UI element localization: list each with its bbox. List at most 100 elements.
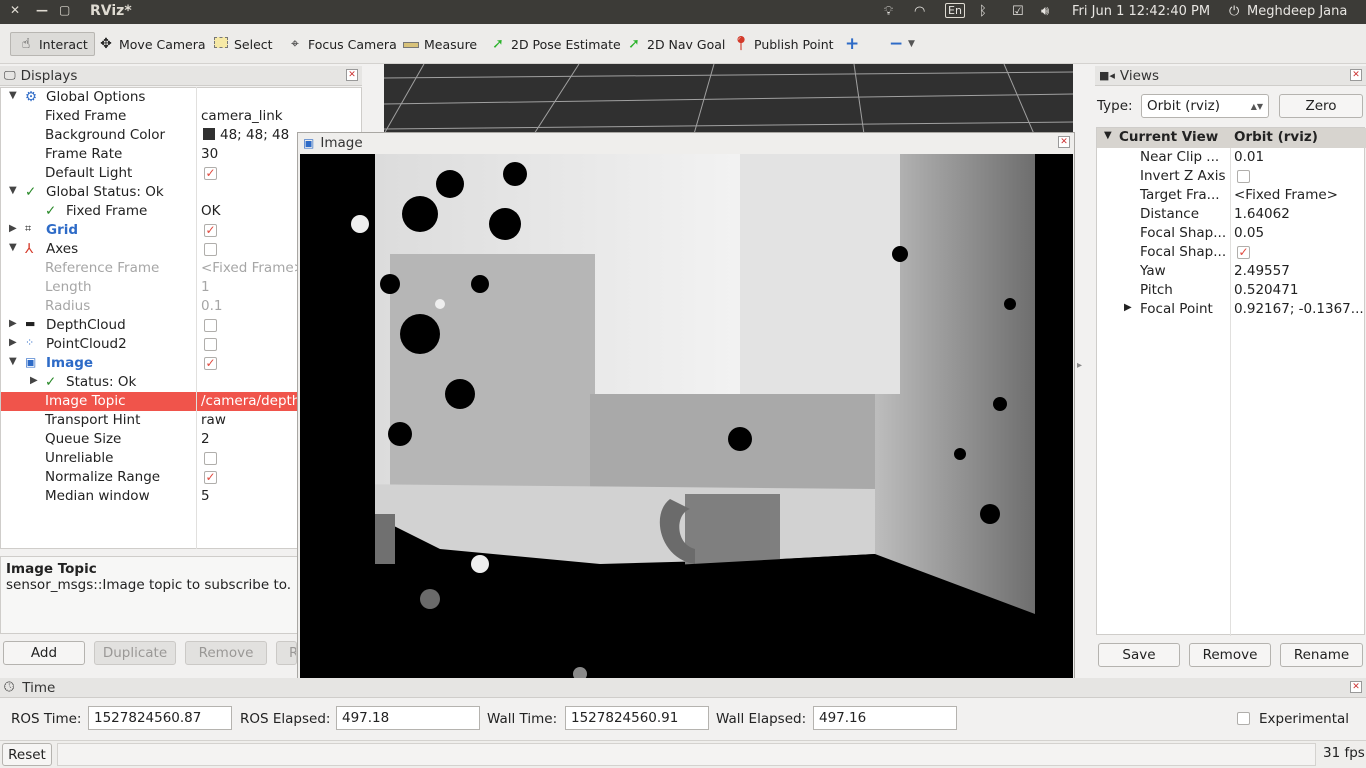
tool-interact[interactable]: ☝ Interact [10, 32, 95, 56]
collapse-right-icon[interactable]: ▸ [1077, 360, 1082, 371]
view-type-select[interactable]: Orbit (rviz) ▲▼ [1141, 94, 1269, 118]
pose-arrow-icon: ➚ [492, 36, 504, 52]
tree-row-yaw[interactable]: Yaw 2.49557 [1097, 262, 1366, 281]
check-icon: ✓ [45, 203, 57, 219]
expand-arrow-icon[interactable]: ▶ [1124, 302, 1132, 313]
duplicate-button[interactable]: Duplicate [94, 641, 176, 665]
tree-row-near-clip[interactable]: Near Clip ... 0.01 [1097, 148, 1366, 167]
session-icon[interactable]: ⏻ [1229, 4, 1239, 19]
grid-enable-checkbox[interactable]: ✓ [204, 224, 217, 237]
close-icon[interactable]: ✕ [1350, 681, 1362, 693]
tree-row-focal-point[interactable]: ▶ Focal Point 0.92167; -0.1367... [1097, 300, 1366, 319]
lightbulb-icon[interactable]: 💡︎ [884, 4, 893, 19]
time-title: Time [22, 679, 56, 696]
focal-shape-checkbox[interactable]: ✓ [1237, 246, 1250, 259]
expand-arrow-icon[interactable]: ▼ [9, 242, 17, 253]
default-light-checkbox[interactable]: ✓ [204, 167, 217, 180]
minus-icon[interactable]: − [889, 32, 903, 56]
rename-view-button[interactable]: Rename [1280, 643, 1363, 667]
tool-focus-camera[interactable]: ⌖ Focus Camera [286, 32, 397, 56]
invert-z-checkbox[interactable] [1237, 170, 1250, 183]
tree-row-invert-z[interactable]: Invert Z Axis [1097, 167, 1366, 186]
image-icon: ▣ [303, 136, 315, 150]
minimize-window-icon[interactable]: — [36, 3, 48, 17]
add-button[interactable]: Add [3, 641, 85, 665]
expand-arrow-icon[interactable]: ▼ [9, 185, 17, 196]
check-icon: ✓ [45, 374, 57, 390]
volume-icon[interactable]: 🔊︎ [1041, 4, 1049, 19]
close-icon[interactable]: ✕ [1058, 136, 1070, 148]
keyboard-layout-indicator[interactable]: En [945, 3, 965, 18]
user-name[interactable]: Meghdeep Jana [1247, 4, 1347, 19]
window-title: RViz* [90, 3, 132, 19]
tree-row-focal-shape-fixed[interactable]: Focal Shap... ✓ [1097, 243, 1366, 262]
expand-arrow-icon[interactable]: ▶ [9, 318, 17, 329]
wifi-icon[interactable]: ◠ [914, 4, 925, 19]
expand-arrow-icon[interactable]: ▶ [9, 337, 17, 348]
tree-row-global-options[interactable]: ▼ ⚙ Global Options [1, 88, 361, 107]
reset-button[interactable]: Reset [2, 743, 52, 766]
expand-arrow-icon[interactable]: ▼ [9, 90, 17, 101]
column-divider[interactable] [196, 87, 197, 549]
tool-measure[interactable]: Measure [402, 32, 477, 56]
tasks-icon[interactable]: ☑ [1012, 4, 1024, 19]
image-enable-checkbox[interactable]: ✓ [204, 357, 217, 370]
tool-2d-nav-goal[interactable]: ➚ 2D Nav Goal [625, 32, 725, 56]
close-icon[interactable]: ✕ [1350, 69, 1362, 81]
tool-select[interactable]: Select [212, 32, 273, 56]
plus-icon[interactable]: + [845, 32, 859, 56]
zero-button[interactable]: Zero [1279, 94, 1363, 118]
gear-icon: ⚙ [25, 89, 38, 105]
3d-viewport[interactable] [384, 64, 1073, 134]
ros-time-field[interactable]: 1527824560.87 [88, 706, 232, 730]
depthcloud-enable-checkbox[interactable] [204, 319, 217, 332]
wall-elapsed-field[interactable]: 497.16 [813, 706, 957, 730]
expand-arrow-icon[interactable]: ▼ [1104, 130, 1112, 141]
experimental-label: Experimental [1259, 711, 1350, 727]
expand-arrow-icon[interactable]: ▼ [9, 356, 17, 367]
image-window: ▣ Image ✕ [297, 132, 1075, 689]
displays-header: 🖵 Displays ✕ [0, 66, 362, 86]
rename-display-button[interactable]: R [276, 641, 297, 665]
clock[interactable]: Fri Jun 1 12:42:40 PM [1072, 4, 1210, 19]
tree-row-distance[interactable]: Distance 1.64062 [1097, 205, 1366, 224]
pointcloud-icon: ⁘ [25, 336, 35, 349]
close-icon[interactable]: ✕ [346, 69, 358, 81]
tool-2d-pose-estimate[interactable]: ➚ 2D Pose Estimate [489, 32, 621, 56]
tool-move-camera[interactable]: ✥ Move Camera [97, 32, 205, 56]
depth-image-render [300, 154, 1073, 688]
tree-row-current-view[interactable]: ▼ Current View Orbit (rviz) [1097, 128, 1366, 148]
wall-time-label: Wall Time: [487, 711, 558, 727]
tree-row-pitch[interactable]: Pitch 0.520471 [1097, 281, 1366, 300]
tree-row-target-frame[interactable]: Target Fra... <Fixed Frame> [1097, 186, 1366, 205]
spin-arrows-icon: ▲▼ [1250, 101, 1263, 111]
bluetooth-icon[interactable]: ᛒ [979, 4, 987, 19]
grid-icon: ⌗ [25, 222, 32, 235]
tree-row-focal-shape-size[interactable]: Focal Shap... 0.05 [1097, 224, 1366, 243]
axes-enable-checkbox[interactable] [204, 243, 217, 256]
tree-row-fixed-frame[interactable]: Fixed Frame camera_link [1, 107, 361, 126]
hand-icon: ☝ [21, 36, 31, 52]
remove-view-button[interactable]: Remove [1189, 643, 1271, 667]
color-swatch[interactable] [203, 128, 215, 140]
expand-arrow-icon[interactable]: ▶ [9, 223, 17, 234]
pointcloud2-enable-checkbox[interactable] [204, 338, 217, 351]
tool-publish-point[interactable]: 📍︎ Publish Point [732, 32, 833, 56]
experimental-checkbox[interactable] [1237, 712, 1250, 725]
maximize-window-icon[interactable]: ▢ [59, 3, 70, 17]
wall-time-field[interactable]: 1527824560.91 [565, 706, 709, 730]
ros-elapsed-field[interactable]: 497.18 [336, 706, 480, 730]
move-camera-icon: ✥ [100, 36, 112, 52]
unreliable-checkbox[interactable] [204, 452, 217, 465]
expand-arrow-icon[interactable]: ▶ [30, 375, 38, 386]
save-view-button[interactable]: Save [1098, 643, 1180, 667]
depthcloud-icon: ▬ [25, 317, 36, 330]
remove-display-button[interactable]: Remove [185, 641, 267, 665]
views-type-label: Type: [1097, 98, 1133, 114]
normalize-range-checkbox[interactable]: ✓ [204, 471, 217, 484]
ruler-icon [402, 36, 420, 52]
toolbar-dropdown-icon[interactable]: ▼ [908, 32, 915, 56]
close-window-icon[interactable]: ✕ [10, 3, 20, 17]
ros-elapsed-label: ROS Elapsed: [240, 711, 331, 727]
status-bar: Reset 31 fps [0, 740, 1366, 768]
